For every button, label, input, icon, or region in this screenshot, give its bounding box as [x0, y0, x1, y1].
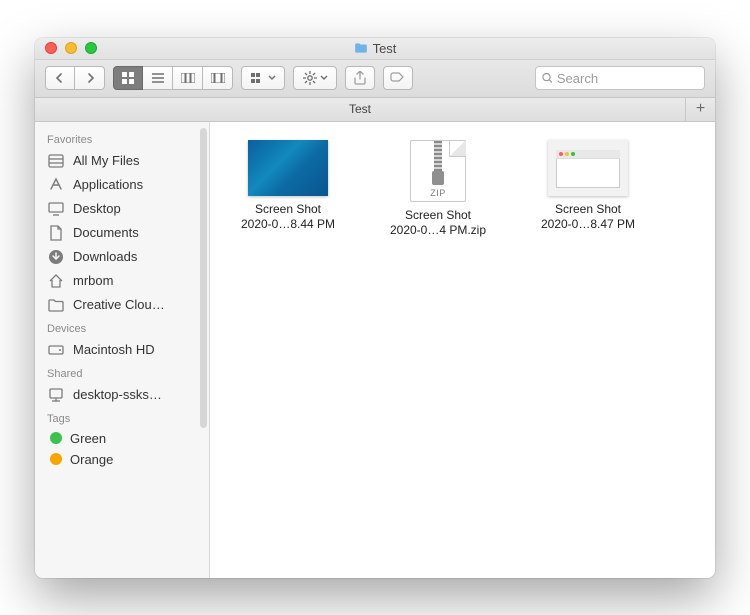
home-icon	[47, 272, 65, 290]
list-icon	[152, 73, 164, 83]
forward-button[interactable]	[75, 66, 105, 90]
window-close-button[interactable]	[45, 42, 57, 54]
sidebar-header: Shared	[35, 362, 209, 383]
chevron-down-icon	[268, 75, 276, 81]
view-list-button[interactable]	[143, 66, 173, 90]
file-item[interactable]: ZIP Screen Shot2020-0…4 PM.zip	[378, 140, 498, 238]
sidebar-item-label: All My Files	[73, 153, 139, 168]
sidebar-item[interactable]: Green	[35, 428, 209, 449]
search-field[interactable]	[535, 66, 705, 90]
window-title-text: Test	[373, 41, 397, 56]
file-item[interactable]: Screen Shot2020-0…8.44 PM	[228, 140, 348, 238]
view-icon-grid-button[interactable]	[113, 66, 143, 90]
file-name-line1: Screen Shot	[405, 208, 471, 223]
sidebar-item-label: Downloads	[73, 249, 137, 264]
group-button[interactable]	[241, 66, 285, 90]
grid-icon	[122, 72, 134, 84]
file-name-line2: 2020-0…8.44 PM	[241, 217, 335, 232]
applications-icon	[47, 176, 65, 194]
group-icon	[251, 73, 265, 83]
sidebar-item[interactable]: All My Files	[35, 149, 209, 173]
harddisk-icon	[47, 341, 65, 359]
sidebar-item-label: Documents	[73, 225, 139, 240]
sidebar-item-label: desktop-ssks…	[73, 387, 162, 402]
sidebar-item-label: Applications	[73, 177, 143, 192]
tags-button[interactable]	[383, 66, 413, 90]
zip-file-icon: ZIP	[410, 140, 466, 202]
screenshot-thumbnail	[248, 140, 328, 196]
scrollbar[interactable]	[200, 128, 207, 428]
sidebar-item-label: mrbom	[73, 273, 113, 288]
documents-icon	[47, 224, 65, 242]
view-gallery-button[interactable]	[203, 66, 233, 90]
share-icon	[354, 71, 366, 85]
sidebar-item-label: Creative Clou…	[73, 297, 165, 312]
file-item[interactable]: Screen Shot2020-0…8.47 PM	[528, 140, 648, 238]
search-input[interactable]	[557, 71, 698, 86]
sidebar-item-label: Orange	[70, 452, 113, 467]
sidebar-item-label: Green	[70, 431, 106, 446]
new-tab-button[interactable]: +	[685, 98, 715, 121]
folder-icon	[47, 296, 65, 314]
titlebar: Test	[35, 38, 715, 60]
file-grid[interactable]: Screen Shot2020-0…8.44 PMZIPScreen Shot2…	[210, 122, 715, 578]
sidebar[interactable]: Favorites All My Files Applications Desktop…	[35, 122, 210, 578]
sidebar-header: Tags	[35, 407, 209, 428]
toolbar	[35, 60, 715, 98]
back-button[interactable]	[45, 66, 75, 90]
content: Favorites All My Files Applications Desktop…	[35, 122, 715, 578]
sidebar-item[interactable]: Downloads	[35, 245, 209, 269]
window-minimize-button[interactable]	[65, 42, 77, 54]
action-button[interactable]	[293, 66, 337, 90]
file-name-line2: 2020-0…8.47 PM	[541, 217, 635, 232]
network-pc-icon	[47, 386, 65, 404]
file-name-line1: Screen Shot	[255, 202, 321, 217]
columns-icon	[181, 73, 195, 83]
file-name-line2: 2020-0…4 PM.zip	[390, 223, 486, 238]
all-my-files-icon	[47, 152, 65, 170]
search-icon	[542, 72, 553, 84]
view-columns-button[interactable]	[173, 66, 203, 90]
file-name-line1: Screen Shot	[555, 202, 621, 217]
sidebar-item[interactable]: Applications	[35, 173, 209, 197]
sidebar-item[interactable]: Orange	[35, 449, 209, 470]
sidebar-item-label: Desktop	[73, 201, 121, 216]
nav-buttons	[45, 66, 105, 90]
screenshot-thumbnail	[548, 140, 628, 196]
zip-badge-text: ZIP	[411, 188, 465, 198]
chevron-down-icon	[320, 75, 328, 81]
tab-bar: Test +	[35, 98, 715, 122]
traffic-lights	[45, 42, 97, 54]
chevron-left-icon	[55, 73, 65, 83]
window-title: Test	[35, 41, 715, 56]
sidebar-header: Devices	[35, 317, 209, 338]
sidebar-item[interactable]: desktop-ssks…	[35, 383, 209, 407]
coverflow-icon	[211, 73, 225, 83]
sidebar-item[interactable]: Documents	[35, 221, 209, 245]
downloads-icon	[47, 248, 65, 266]
gear-icon	[303, 71, 317, 85]
finder-window: Test	[35, 38, 715, 578]
sidebar-item[interactable]: Creative Clou…	[35, 293, 209, 317]
sidebar-item[interactable]: Macintosh HD	[35, 338, 209, 362]
view-switcher	[113, 66, 233, 90]
tab-current[interactable]: Test	[35, 102, 685, 116]
share-button[interactable]	[345, 66, 375, 90]
sidebar-header: Favorites	[35, 128, 209, 149]
sidebar-item[interactable]: mrbom	[35, 269, 209, 293]
tag-dot-icon	[50, 453, 62, 465]
tag-icon	[390, 72, 406, 84]
window-zoom-button[interactable]	[85, 42, 97, 54]
tag-dot-icon	[50, 432, 62, 444]
sidebar-item-label: Macintosh HD	[73, 342, 155, 357]
chevron-right-icon	[85, 73, 95, 83]
folder-icon	[354, 42, 368, 54]
desktop-icon	[47, 200, 65, 218]
sidebar-item[interactable]: Desktop	[35, 197, 209, 221]
